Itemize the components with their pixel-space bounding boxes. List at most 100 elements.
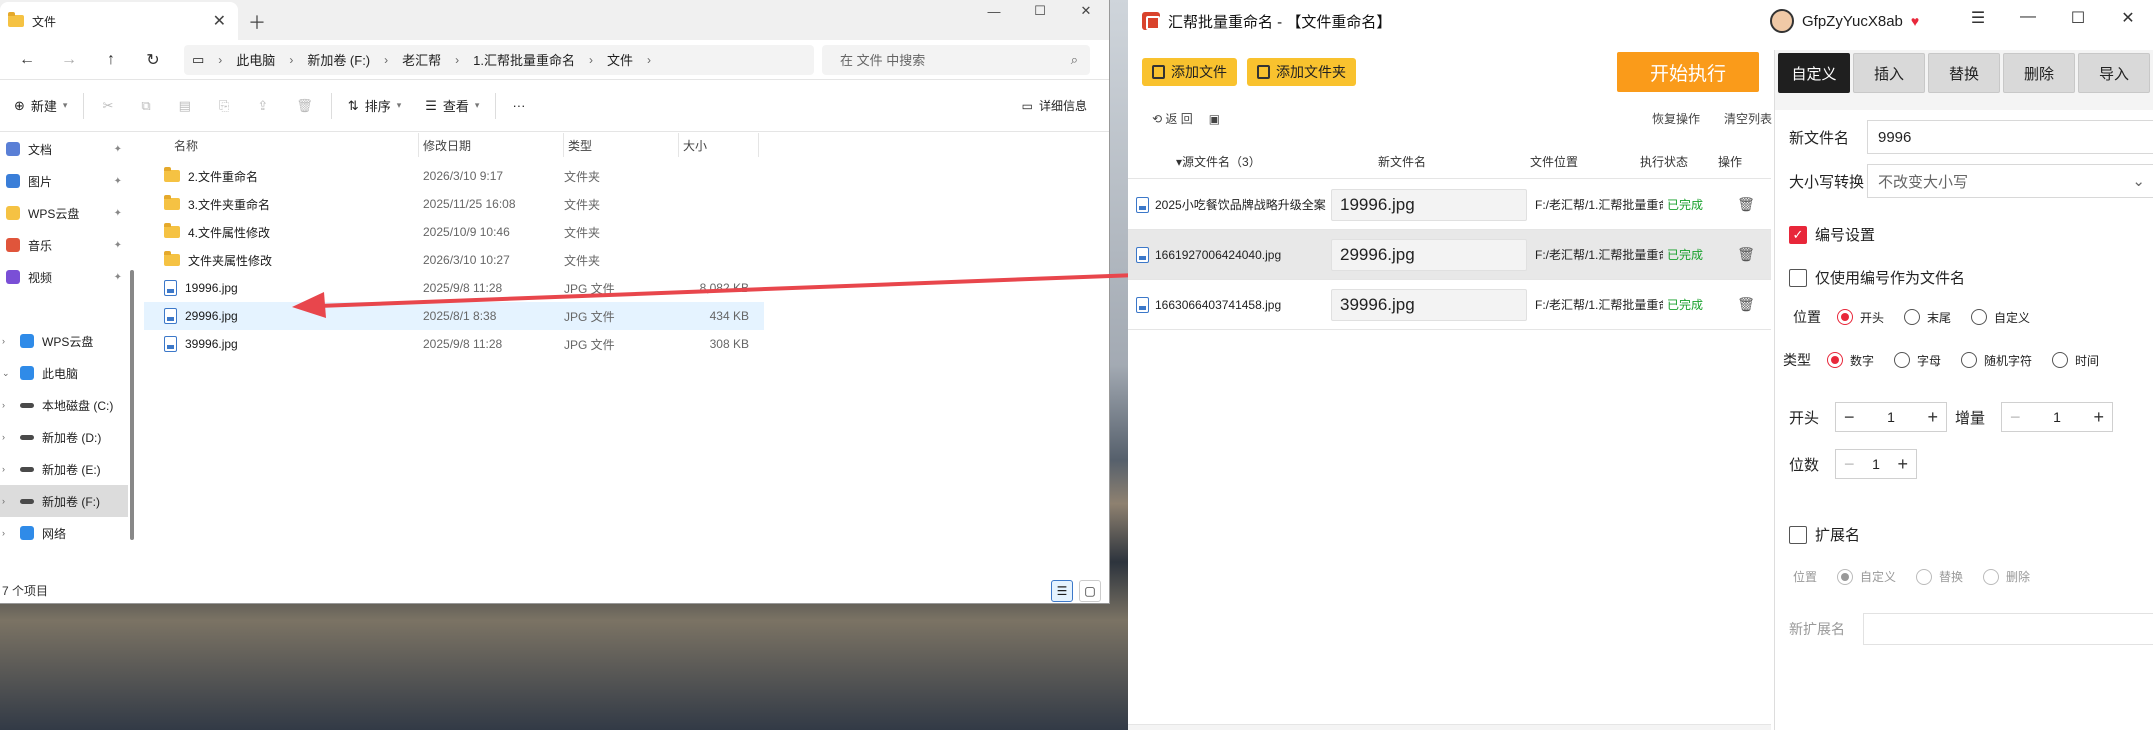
- plus-icon[interactable]: +: [2093, 407, 2104, 428]
- delete-icon[interactable]: 🗑: [1731, 246, 1761, 263]
- ext-option-replace[interactable]: 替换: [1916, 568, 1963, 585]
- status-cell: 已完成: [1667, 248, 1704, 262]
- type-option-time[interactable]: 时间: [2052, 352, 2099, 369]
- column-src[interactable]: ▾源文件名（3）: [1128, 153, 1288, 170]
- user-info[interactable]: GfpZyYucX8ab ♥: [1770, 9, 1919, 33]
- plus-icon[interactable]: +: [1897, 454, 1908, 475]
- radio-icon: [1983, 568, 2000, 585]
- tab-import[interactable]: 导入: [2078, 53, 2150, 93]
- type-option-label: 时间: [2075, 353, 2100, 368]
- type-label: 类型: [1783, 352, 1811, 368]
- column-status: 执行状态: [1640, 155, 1689, 169]
- ext-position-label: 位置: [1793, 570, 1818, 584]
- numbering-label: 编号设置: [1815, 227, 1876, 244]
- new-name-cell[interactable]: 29996.jpg: [1331, 238, 1527, 271]
- clear-list-button[interactable]: 清空列表: [1724, 110, 1772, 127]
- rename-table-header: ▾源文件名（3） 新文件名 文件位置 执行状态 操作: [1128, 145, 1771, 179]
- digits-row: 位数 − 1 +: [1789, 449, 1917, 479]
- start-stepper[interactable]: − 1 +: [1835, 402, 1947, 432]
- new-name-label: 新文件名: [1789, 129, 1850, 147]
- menu-icon[interactable]: ☰: [1953, 8, 2003, 28]
- minus-icon[interactable]: −: [1844, 454, 1855, 475]
- settings-body: 新文件名 9996 大小写转换 不改变大小写 ⌄ ✓ 编号设置 仅使用编号作为文件…: [1775, 110, 2153, 730]
- digits-stepper[interactable]: − 1 +: [1835, 449, 1917, 479]
- new-name-input[interactable]: 9996: [1867, 120, 2153, 154]
- new-ext-label: 新扩展名: [1789, 621, 1845, 637]
- vip-heart-icon: ♥: [1910, 13, 1920, 29]
- tab-insert[interactable]: 插入: [1853, 53, 1925, 93]
- numbering-row[interactable]: ✓ 编号设置: [1789, 224, 1875, 245]
- case-select[interactable]: 不改变大小写 ⌄: [1867, 164, 2153, 198]
- source-name: 2025小吃餐饮品牌战略升级全案: [1155, 198, 1326, 212]
- ext-option-custom[interactable]: 自定义: [1837, 568, 1896, 585]
- new-name-cell[interactable]: 39996.jpg: [1331, 288, 1527, 321]
- add-file-label: 添加文件: [1171, 64, 1227, 80]
- tab-custom[interactable]: 自定义: [1778, 53, 1850, 93]
- ext-option-label: 替换: [1939, 570, 1964, 584]
- location-cell: F:/老汇帮/1.汇帮批量重命名: [1535, 248, 1663, 262]
- add-buttons: 添加文件 添加文件夹: [1142, 58, 1356, 86]
- position-radio-group: 位置 开头 末尾 自定义: [1793, 307, 2050, 327]
- username: GfpZyYucX8ab: [1802, 12, 1903, 30]
- app-window-controls: ☰ — ☐ ✕: [1953, 8, 2153, 28]
- maximize-icon[interactable]: ☐: [2053, 8, 2103, 28]
- source-cell: 1663066403741458.jpg: [1128, 296, 1331, 313]
- radio-icon: [1827, 352, 1843, 368]
- location-cell: F:/老汇帮/1.汇帮批量重命名: [1535, 298, 1663, 312]
- radio-icon: [1894, 352, 1911, 368]
- add-file-button[interactable]: 添加文件: [1142, 58, 1237, 86]
- type-radio-group: 类型 数字 字母 随机字符 时间: [1783, 350, 2119, 370]
- extension-label: 扩展名: [1815, 527, 1861, 544]
- close-icon[interactable]: ✕: [2103, 8, 2153, 28]
- increment-label: 增量: [1955, 409, 1986, 427]
- add-folder-button[interactable]: 添加文件夹: [1247, 58, 1356, 86]
- file-icon: [1136, 246, 1149, 263]
- new-name-cell[interactable]: 19996.jpg: [1331, 188, 1527, 221]
- minus-icon[interactable]: −: [1844, 407, 1855, 428]
- rename-row[interactable]: 1663066403741458.jpg 39996.jpg F:/老汇帮/1.汇帮…: [1128, 280, 1771, 330]
- only-number-row[interactable]: 仅使用编号作为文件名: [1789, 267, 1965, 288]
- source-cell: 2025小吃餐饮品牌战略升级全案: [1128, 196, 1331, 213]
- plus-icon[interactable]: +: [1927, 407, 1938, 428]
- radio-icon: [2052, 352, 2069, 368]
- position-option-custom[interactable]: 自定义: [1971, 309, 2030, 326]
- source-cell: 1661927006424040.jpg: [1128, 246, 1331, 263]
- type-option-label: 随机字符: [1984, 353, 2033, 368]
- numbering-checkbox[interactable]: ✓: [1789, 225, 1807, 244]
- type-option-number[interactable]: 数字: [1827, 352, 1874, 369]
- ext-option-label: 删除: [2006, 570, 2031, 584]
- type-option-random[interactable]: 随机字符: [1961, 352, 2032, 369]
- tab-delete[interactable]: 删除: [2003, 53, 2075, 93]
- start-button[interactable]: 开始执行: [1617, 52, 1759, 92]
- ext-option-delete[interactable]: 删除: [1983, 568, 2030, 585]
- increment-row: 增量 − 1 +: [1955, 402, 2113, 432]
- radio-icon: [1904, 309, 1921, 325]
- app-title: 汇帮批量重命名 - 【文件重命名】: [1168, 13, 1392, 31]
- only-number-checkbox[interactable]: [1789, 268, 1807, 287]
- radio-icon: [1971, 309, 1988, 325]
- case-label: 大小写转换: [1789, 173, 1865, 191]
- position-option-end[interactable]: 末尾: [1904, 309, 1951, 326]
- type-option-letter[interactable]: 字母: [1894, 352, 1941, 369]
- location-cell: F:/老汇帮/1.汇帮批量重命名: [1535, 198, 1663, 212]
- minimize-icon[interactable]: —: [2003, 8, 2053, 28]
- delete-icon[interactable]: 🗑: [1731, 296, 1761, 313]
- new-ext-input[interactable]: [1863, 613, 2153, 645]
- rename-row[interactable]: 1661927006424040.jpg 29996.jpg F:/老汇帮/1.汇帮…: [1128, 230, 1771, 280]
- extension-row[interactable]: 扩展名: [1789, 524, 1860, 545]
- file-icon: [1152, 65, 1165, 79]
- back-button[interactable]: ⟲ 返 回: [1152, 110, 1193, 127]
- delete-icon[interactable]: 🗑: [1731, 196, 1761, 213]
- bottom-strip: [1128, 724, 1771, 730]
- position-option-start[interactable]: 开头: [1837, 309, 1884, 326]
- restore-button[interactable]: 恢复操作: [1652, 110, 1700, 127]
- avatar: [1770, 9, 1794, 33]
- tab-replace[interactable]: 替换: [1928, 53, 2000, 93]
- extension-checkbox[interactable]: [1789, 525, 1807, 544]
- increment-stepper[interactable]: − 1 +: [2001, 402, 2113, 432]
- minus-icon[interactable]: −: [2010, 407, 2021, 428]
- digits-value: 1: [1872, 456, 1880, 472]
- refresh-icon[interactable]: ▣: [1209, 112, 1220, 126]
- column-loc: 文件位置: [1530, 155, 1579, 169]
- rename-row[interactable]: 2025小吃餐饮品牌战略升级全案 19996.jpg F:/老汇帮/1.汇帮批量重命…: [1128, 180, 1771, 230]
